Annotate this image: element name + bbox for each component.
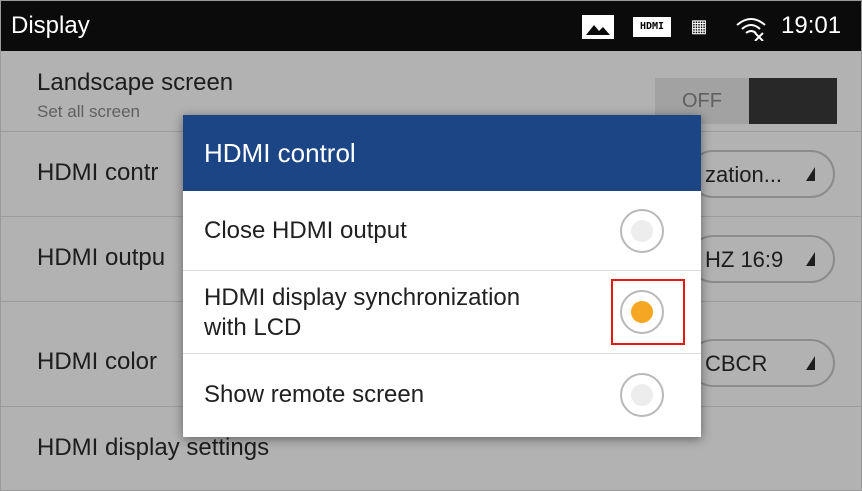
option-label-line2: with LCD	[204, 314, 302, 341]
clock-time: 19:01	[781, 12, 842, 39]
selection-highlight-box	[611, 279, 685, 345]
image-icon	[582, 15, 614, 39]
option-close-hdmi-output[interactable]: Close HDMI output	[183, 192, 701, 271]
option-label: Close HDMI output	[204, 217, 407, 244]
option-label: Show remote screen	[204, 381, 425, 408]
wifi-icon	[735, 15, 767, 42]
option-show-remote-screen[interactable]: Show remote screen	[183, 354, 701, 437]
radio-button[interactable]	[620, 373, 664, 417]
option-label: HDMI display synchronization	[204, 284, 521, 311]
radio-dot-icon	[631, 220, 653, 242]
radio-dot-icon	[631, 384, 653, 406]
status-bar: Display HDMI ▦ 19:01	[1, 1, 861, 51]
screen-title: Display	[11, 12, 90, 39]
radio-button[interactable]	[620, 209, 664, 253]
calendar-icon: ▦	[690, 16, 708, 36]
hdmi-icon: HDMI	[633, 17, 671, 37]
hdmi-control-dialog: HDMI control Close HDMI output HDMI disp…	[183, 115, 701, 437]
screen-frame: Display HDMI ▦ 19:01 Landscape screen Se…	[0, 0, 862, 491]
dialog-header: HDMI control	[183, 115, 701, 191]
dialog-title: HDMI control	[204, 138, 356, 168]
